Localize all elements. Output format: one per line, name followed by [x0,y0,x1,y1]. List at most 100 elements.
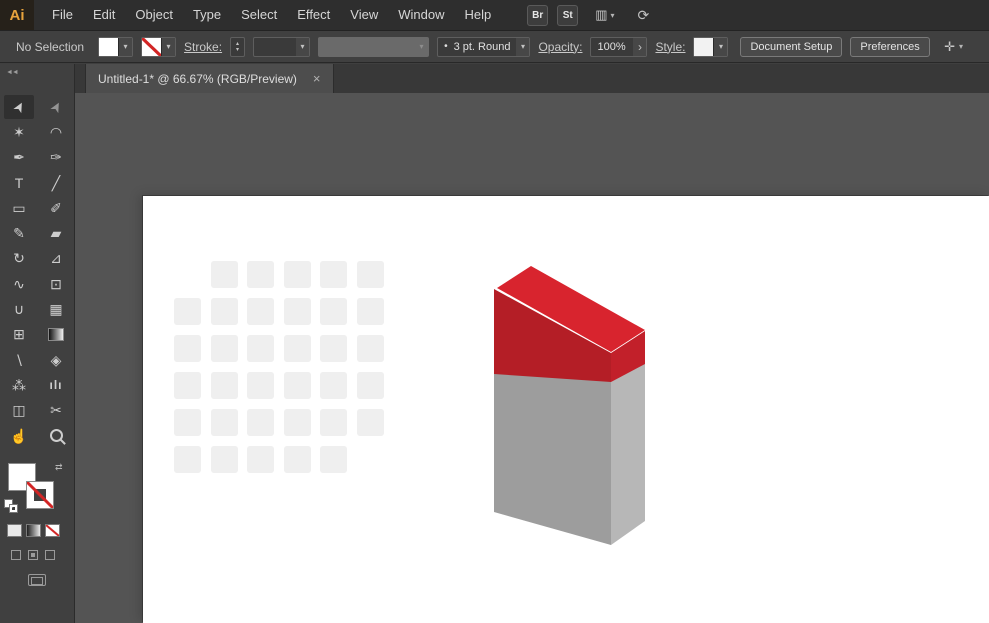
tool-magic-wand[interactable]: ✶ [4,120,34,144]
tool-slice[interactable]: ✂ [41,398,71,422]
menu-file[interactable]: File [42,0,83,30]
stepper-down-icon[interactable]: ▾ [236,47,239,53]
slice-icon: ✂ [50,403,62,417]
fill-color-dropdown[interactable]: ▾ [98,37,133,57]
tool-pencil[interactable]: ✎ [4,221,34,245]
collapse-panel-button[interactable]: ◄◄ [6,69,18,76]
tab-close-icon[interactable]: × [313,71,321,86]
menu-effect[interactable]: Effect [287,0,340,30]
tool-free-transform[interactable]: ⊡ [41,272,71,296]
tool-rectangle[interactable]: ▭ [4,196,34,220]
stroke-weight-stepper[interactable]: ▴ ▾ [230,37,245,57]
tool-pen[interactable]: ✒ [4,145,34,169]
crosshair-icon: ✛ [944,39,955,55]
opacity-label[interactable]: Opacity: [538,40,582,54]
tool-symbol-sprayer[interactable]: ⁂ [4,373,34,397]
document-tab[interactable]: Untitled-1* @ 66.67% (RGB/Preview) × [85,64,334,93]
curvature-icon: ✑ [50,150,62,164]
menu-items: FileEditObjectTypeSelectEffectViewWindow… [42,0,501,30]
tool-gradient[interactable] [41,322,71,346]
color-button[interactable] [7,524,22,537]
hand-icon: ☝ [10,429,27,443]
draw-behind-button[interactable] [28,550,38,560]
tool-type[interactable]: T [4,171,34,195]
preferences-button[interactable]: Preferences [850,37,929,57]
style-label[interactable]: Style: [655,40,685,54]
eyedropper-icon: ∖ [15,353,24,367]
illustrator-window: Ai FileEditObjectTypeSelectEffectViewWin… [0,0,989,623]
stroke-label[interactable]: Stroke: [184,40,222,54]
screen-mode-button[interactable] [28,574,46,586]
box-face-side[interactable] [611,362,645,545]
tool-direct-selection[interactable]: ➤ [41,95,71,119]
tool-lasso[interactable]: ◠ [41,120,71,144]
badge-st[interactable]: St [557,5,578,26]
menu-help[interactable]: Help [454,0,501,30]
stroke-color-dropdown[interactable]: ▾ [141,37,176,57]
zoom-icon [50,429,63,442]
stroke-weight-value [254,38,296,56]
tool-line-segment[interactable]: ╱ [41,171,71,195]
width-tool-icon: ∿ [13,277,25,291]
stroke-swatch [142,38,162,56]
symbol-sprayer-icon: ⁂ [12,378,26,392]
document-setup-button[interactable]: Document Setup [740,37,842,57]
tool-rotate[interactable]: ↻ [4,246,34,270]
none-button[interactable] [45,524,60,537]
stroke-color-indicator[interactable] [27,482,53,508]
tool-hand[interactable]: ☝ [4,424,34,448]
tool-scale[interactable]: ⊿ [41,246,71,270]
paint-buttons [7,524,60,537]
width-profile-dropdown[interactable]: ▾ [318,37,429,57]
draw-inside-button[interactable] [45,550,55,560]
menu-object[interactable]: Object [125,0,183,30]
box-face-front[interactable] [494,372,611,545]
menu-type[interactable]: Type [183,0,231,30]
control-bar: No Selection ▾ ▾ Stroke: ▴ ▾ ▾ ▾ • 3 pt.… [0,30,989,63]
chevron-down-icon: ▾ [296,38,309,56]
perspective-grid-icon: ▦ [49,302,62,316]
draw-normal-button[interactable] [11,550,21,560]
pen-icon: ✒ [13,150,25,164]
tool-blend[interactable]: ◈ [41,348,71,372]
control-bar-options[interactable]: ✛ ▾ [944,39,963,55]
tool-column-graph[interactable]: ılı [41,373,71,397]
lasso-icon: ◠ [50,125,62,139]
tool-selection[interactable]: ➤ [4,95,34,119]
style-dropdown[interactable]: ▾ [693,37,728,57]
app-badges: Br St [527,5,578,26]
swap-colors-icon[interactable]: ⇄ [55,462,63,473]
free-transform-icon: ⊡ [50,277,62,291]
tool-paintbrush[interactable]: ✐ [41,196,71,220]
stroke-weight-dropdown[interactable]: ▾ [253,37,310,57]
brush-definition-dropdown[interactable]: • 3 pt. Round ▾ [437,37,530,57]
default-swatches-icon[interactable] [5,500,19,514]
gradient-button[interactable] [26,524,41,537]
workspace-switcher[interactable]: ▥ ▾ [595,7,614,23]
canvas-area[interactable] [75,93,989,623]
pencil-icon: ✎ [13,226,25,240]
tool-perspective-grid[interactable]: ▦ [41,297,71,321]
tool-curvature[interactable]: ✑ [41,145,71,169]
selection-icon: ➤ [10,98,28,115]
tools-panel: ◄◄ ➤ ➤ ✶ ◠ ✒ ✑ T ╱ ▭ ✐ ✎ ▰ ↻ ⊿ ∿ ⊡ ∪ ▦ ⊞ ∖ ◈ ⁂ ılı ◫ ✂ ☝ ⇄ [0,64,75,623]
tool-shape-builder[interactable]: ∪ [4,297,34,321]
menu-select[interactable]: Select [231,0,287,30]
tool-zoom[interactable] [41,424,71,448]
tool-eyedropper[interactable]: ∖ [4,348,34,372]
tool-artboard-tool[interactable]: ◫ [4,398,34,422]
tool-eraser[interactable]: ▰ [41,221,71,245]
tool-mesh[interactable]: ⊞ [4,322,34,346]
sync-icon[interactable]: ⟳ [638,7,650,24]
app-logo-icon: Ai [0,0,34,30]
selection-status: No Selection [16,40,84,54]
menu-window[interactable]: Window [388,0,454,30]
tool-width-tool[interactable]: ∿ [4,272,34,296]
drawing-mode-buttons [11,550,55,560]
badge-br[interactable]: Br [527,5,548,26]
menu-view[interactable]: View [340,0,388,30]
menu-edit[interactable]: Edit [83,0,125,30]
opacity-dropdown[interactable]: 100% › [590,37,647,57]
opacity-value: 100% [591,38,633,56]
workspace-icon: ▥ [595,7,607,23]
